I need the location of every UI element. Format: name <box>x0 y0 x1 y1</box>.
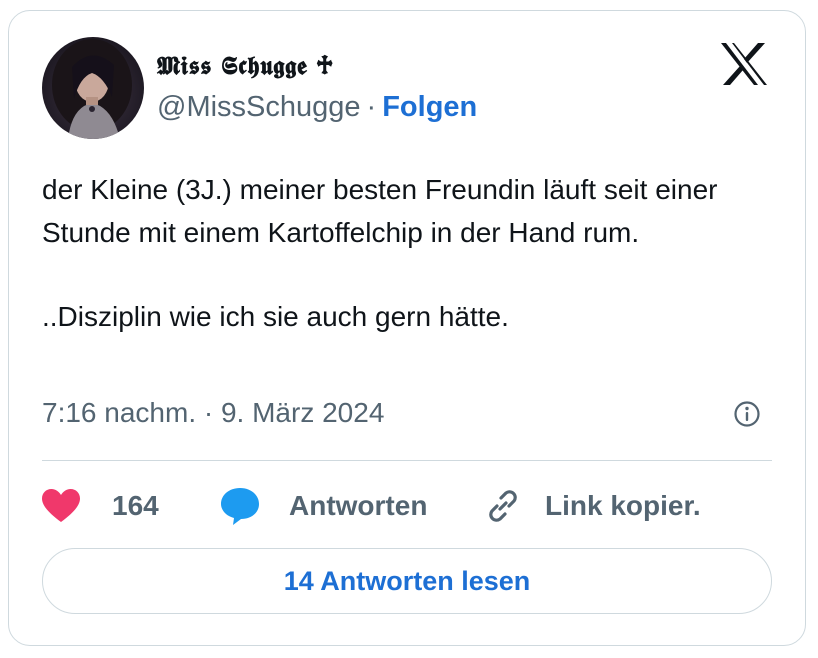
read-replies-label: 14 Antworten lesen <box>283 565 531 596</box>
heart-icon <box>42 489 80 522</box>
read-replies-button[interactable]: 14 Antworten lesen <box>42 548 772 614</box>
copy-link-button[interactable]: Link kopier. <box>483 481 701 531</box>
author-display-name[interactable]: 𝕸𝖎𝖘𝖘 𝕾𝖈𝖍𝖚𝖌𝖌𝖊 ♱ <box>157 51 333 81</box>
like-button[interactable]: 164 <box>42 481 159 531</box>
author-handle-row: @MissSchugge · Folgen <box>157 91 477 124</box>
tweet-embed-card: 𝕸𝖎𝖘𝖘 𝕾𝖈𝖍𝖚𝖌𝖌𝖊 ♱ @MissSchugge · Folgen der K… <box>8 10 806 646</box>
tweet-text: der Kleine (3J.) meiner besten Freundin … <box>42 169 782 339</box>
divider <box>42 460 772 461</box>
reply-label: Antworten <box>289 490 428 521</box>
separator-dot: · <box>366 91 377 123</box>
avatar[interactable] <box>42 37 144 139</box>
tweet-paragraph-2: ..Disziplin wie ich sie auch gern hätte. <box>42 301 509 332</box>
author-handle[interactable]: @MissSchugge <box>157 91 361 123</box>
tweet-timestamp[interactable]: 7:16 nachm. · 9. März 2024 <box>42 397 384 429</box>
link-icon <box>489 490 517 522</box>
like-count: 164 <box>112 490 159 521</box>
x-logo-icon[interactable] <box>719 41 769 87</box>
info-icon[interactable] <box>733 400 761 428</box>
follow-link[interactable]: Folgen <box>382 91 477 123</box>
reply-button[interactable]: Antworten <box>219 481 427 531</box>
tweet-paragraph-1: der Kleine (3J.) meiner besten Freundin … <box>42 174 718 248</box>
copy-link-label: Link kopier. <box>545 490 701 521</box>
reply-bubble-icon <box>221 488 259 525</box>
profile-photo-icon <box>52 39 132 139</box>
